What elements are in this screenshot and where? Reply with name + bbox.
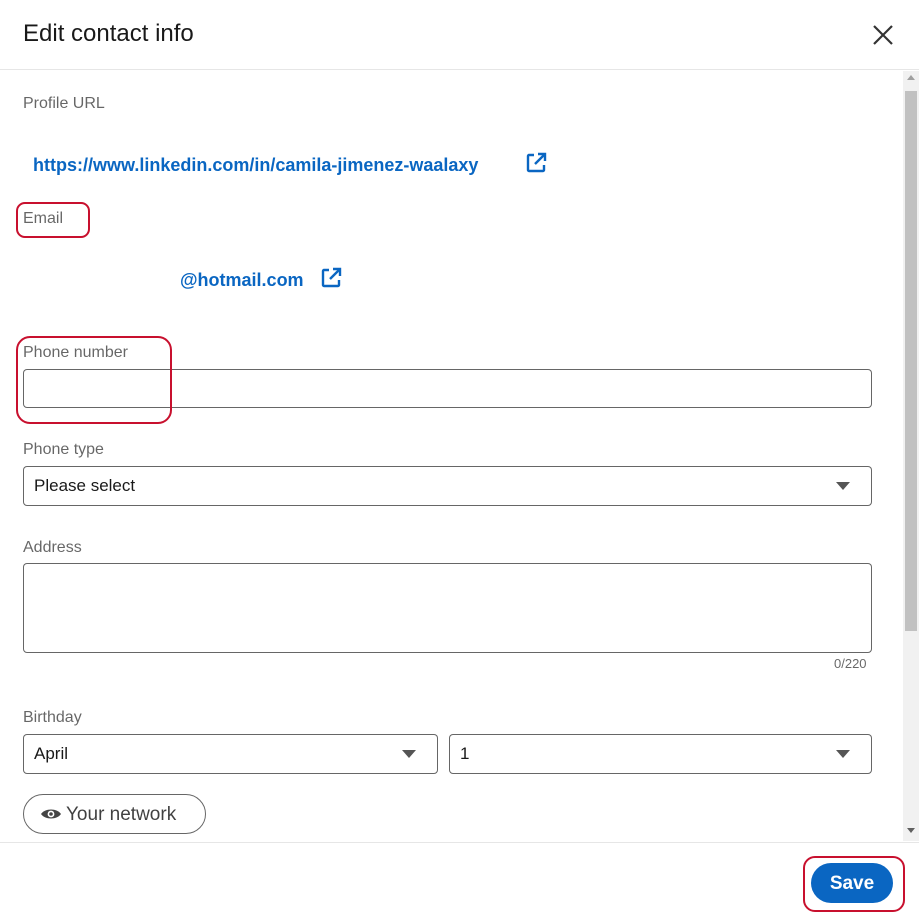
save-button[interactable]: Save: [811, 863, 893, 903]
phone-type-label: Phone type: [23, 441, 104, 458]
visibility-button[interactable]: Your network: [23, 794, 206, 834]
chevron-down-icon: [402, 750, 416, 758]
birthday-day-value: 1: [460, 744, 470, 763]
scroll-down-arrow-icon[interactable]: [907, 828, 915, 833]
birthday-day-select[interactable]: 1: [449, 734, 872, 774]
scroll-up-arrow-icon[interactable]: [907, 75, 915, 80]
profile-url-link[interactable]: https://www.linkedin.com/in/camila-jimen…: [33, 155, 478, 176]
scrollbar-thumb[interactable]: [905, 91, 917, 631]
chevron-down-icon: [836, 482, 850, 490]
dialog-header: Edit contact info: [0, 0, 919, 70]
visibility-label: Your network: [66, 804, 177, 825]
birthday-label: Birthday: [23, 709, 82, 726]
dialog-title: Edit contact info: [23, 20, 194, 47]
phone-type-value: Please select: [34, 476, 136, 495]
birthday-month-select[interactable]: April: [23, 734, 438, 774]
external-link-icon[interactable]: [524, 151, 548, 175]
scrollbar[interactable]: [903, 71, 919, 841]
chevron-down-icon: [836, 750, 850, 758]
phone-number-label: Phone number: [23, 344, 128, 361]
eye-icon: [41, 809, 61, 819]
phone-number-input[interactable]: [23, 369, 872, 408]
address-textarea[interactable]: [23, 563, 872, 653]
address-char-counter: 0/220: [834, 656, 867, 671]
close-button[interactable]: [868, 20, 898, 50]
dialog-body: Profile URL https://www.linkedin.com/in/…: [0, 71, 919, 841]
email-label: Email: [23, 210, 64, 227]
address-label: Address: [23, 539, 82, 556]
external-link-icon[interactable]: [319, 266, 343, 290]
phone-type-select[interactable]: Please select: [23, 466, 872, 506]
close-icon[interactable]: [868, 20, 898, 50]
email-link[interactable]: @hotmail.com: [180, 270, 304, 291]
dialog-footer: Save: [0, 842, 919, 923]
birthday-month-value: April: [34, 744, 69, 763]
profile-url-label: Profile URL: [23, 95, 105, 112]
